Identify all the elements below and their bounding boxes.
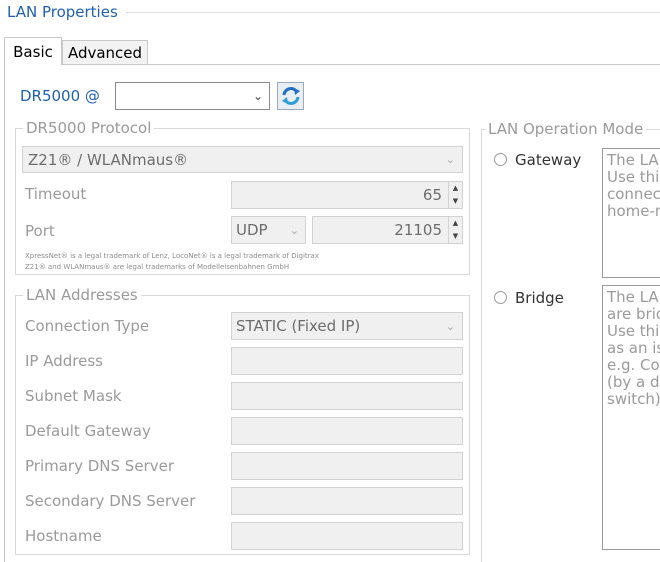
primary-dns-input[interactable] (231, 452, 463, 480)
connection-type-value: STATIC (Fixed IP) (236, 317, 361, 335)
spin-up-icon[interactable]: ▲ (449, 217, 462, 230)
primary-dns-label: Primary DNS Server (25, 457, 174, 475)
bridge-label[interactable]: Bridge (515, 288, 564, 308)
timeout-label: Timeout (25, 185, 87, 203)
protocol-select[interactable]: Z21® / WLANmaus® ⌄ (22, 146, 463, 173)
connection-type-label: Connection Type (25, 317, 150, 335)
chevron-down-icon: ⌄ (445, 319, 455, 333)
default-gateway-input[interactable] (231, 417, 463, 445)
port-type-select[interactable]: UDP ⌄ (231, 216, 306, 244)
hostname-input[interactable] (231, 522, 463, 550)
protocol-legend: DR5000 Protocol (23, 119, 155, 137)
chevron-down-icon: ⌄ (252, 89, 263, 103)
bridge-radio[interactable] (494, 291, 507, 304)
bridge-description: The LA are brid Use thi as an is e.g. Co… (602, 285, 660, 550)
subnet-mask-label: Subnet Mask (25, 387, 122, 405)
trademark-line-1: XpressNet® is a legal trademark of Lenz,… (25, 252, 319, 260)
window-title: LAN Properties (7, 3, 118, 21)
tab-advanced-label: Advanced (67, 44, 143, 62)
ip-address-input[interactable] (231, 347, 463, 375)
gateway-radio[interactable] (494, 153, 507, 166)
timeout-spinner[interactable]: ▲ ▼ (448, 182, 462, 208)
tab-advanced[interactable]: Advanced (62, 40, 148, 65)
default-gateway-label: Default Gateway (25, 422, 151, 440)
gateway-description: The LA Use thi connec home-n (602, 148, 660, 278)
spin-down-icon[interactable]: ▼ (449, 195, 462, 208)
refresh-button[interactable] (277, 82, 304, 110)
secondary-dns-label: Secondary DNS Server (25, 492, 196, 510)
port-type-value: UDP (236, 221, 268, 239)
protocol-select-value: Z21® / WLANmaus® (28, 150, 189, 169)
title-separator (126, 12, 660, 13)
timeout-stepper[interactable]: 65 ▲ ▼ (231, 181, 463, 209)
chevron-down-icon: ⌄ (289, 223, 299, 237)
timeout-value: 65 (422, 186, 442, 204)
addresses-legend: LAN Addresses (23, 286, 141, 304)
connection-type-select[interactable]: STATIC (Fixed IP) ⌄ (231, 312, 463, 340)
gateway-label[interactable]: Gateway (515, 150, 581, 170)
secondary-dns-input[interactable] (231, 487, 463, 515)
port-stepper[interactable]: 21105 ▲ ▼ (312, 216, 463, 244)
spin-up-icon[interactable]: ▲ (449, 182, 462, 195)
subnet-mask-input[interactable] (231, 382, 463, 410)
trademark-line-2: Z21® and WLANmaus® are legal trademarks … (25, 263, 290, 271)
device-label: DR5000 @ (20, 87, 100, 105)
hostname-label: Hostname (25, 527, 102, 545)
spin-down-icon[interactable]: ▼ (449, 230, 462, 243)
tab-basic-label: Basic (13, 42, 53, 61)
refresh-icon (281, 87, 300, 105)
device-select[interactable]: ⌄ (115, 82, 270, 110)
port-label: Port (25, 222, 55, 240)
chevron-down-icon: ⌄ (445, 153, 455, 166)
port-spinner[interactable]: ▲ ▼ (448, 217, 462, 243)
tab-basic[interactable]: Basic (4, 37, 62, 65)
ip-address-label: IP Address (25, 352, 103, 370)
mode-legend: LAN Operation Mode (485, 120, 647, 138)
port-value: 21105 (394, 221, 442, 239)
